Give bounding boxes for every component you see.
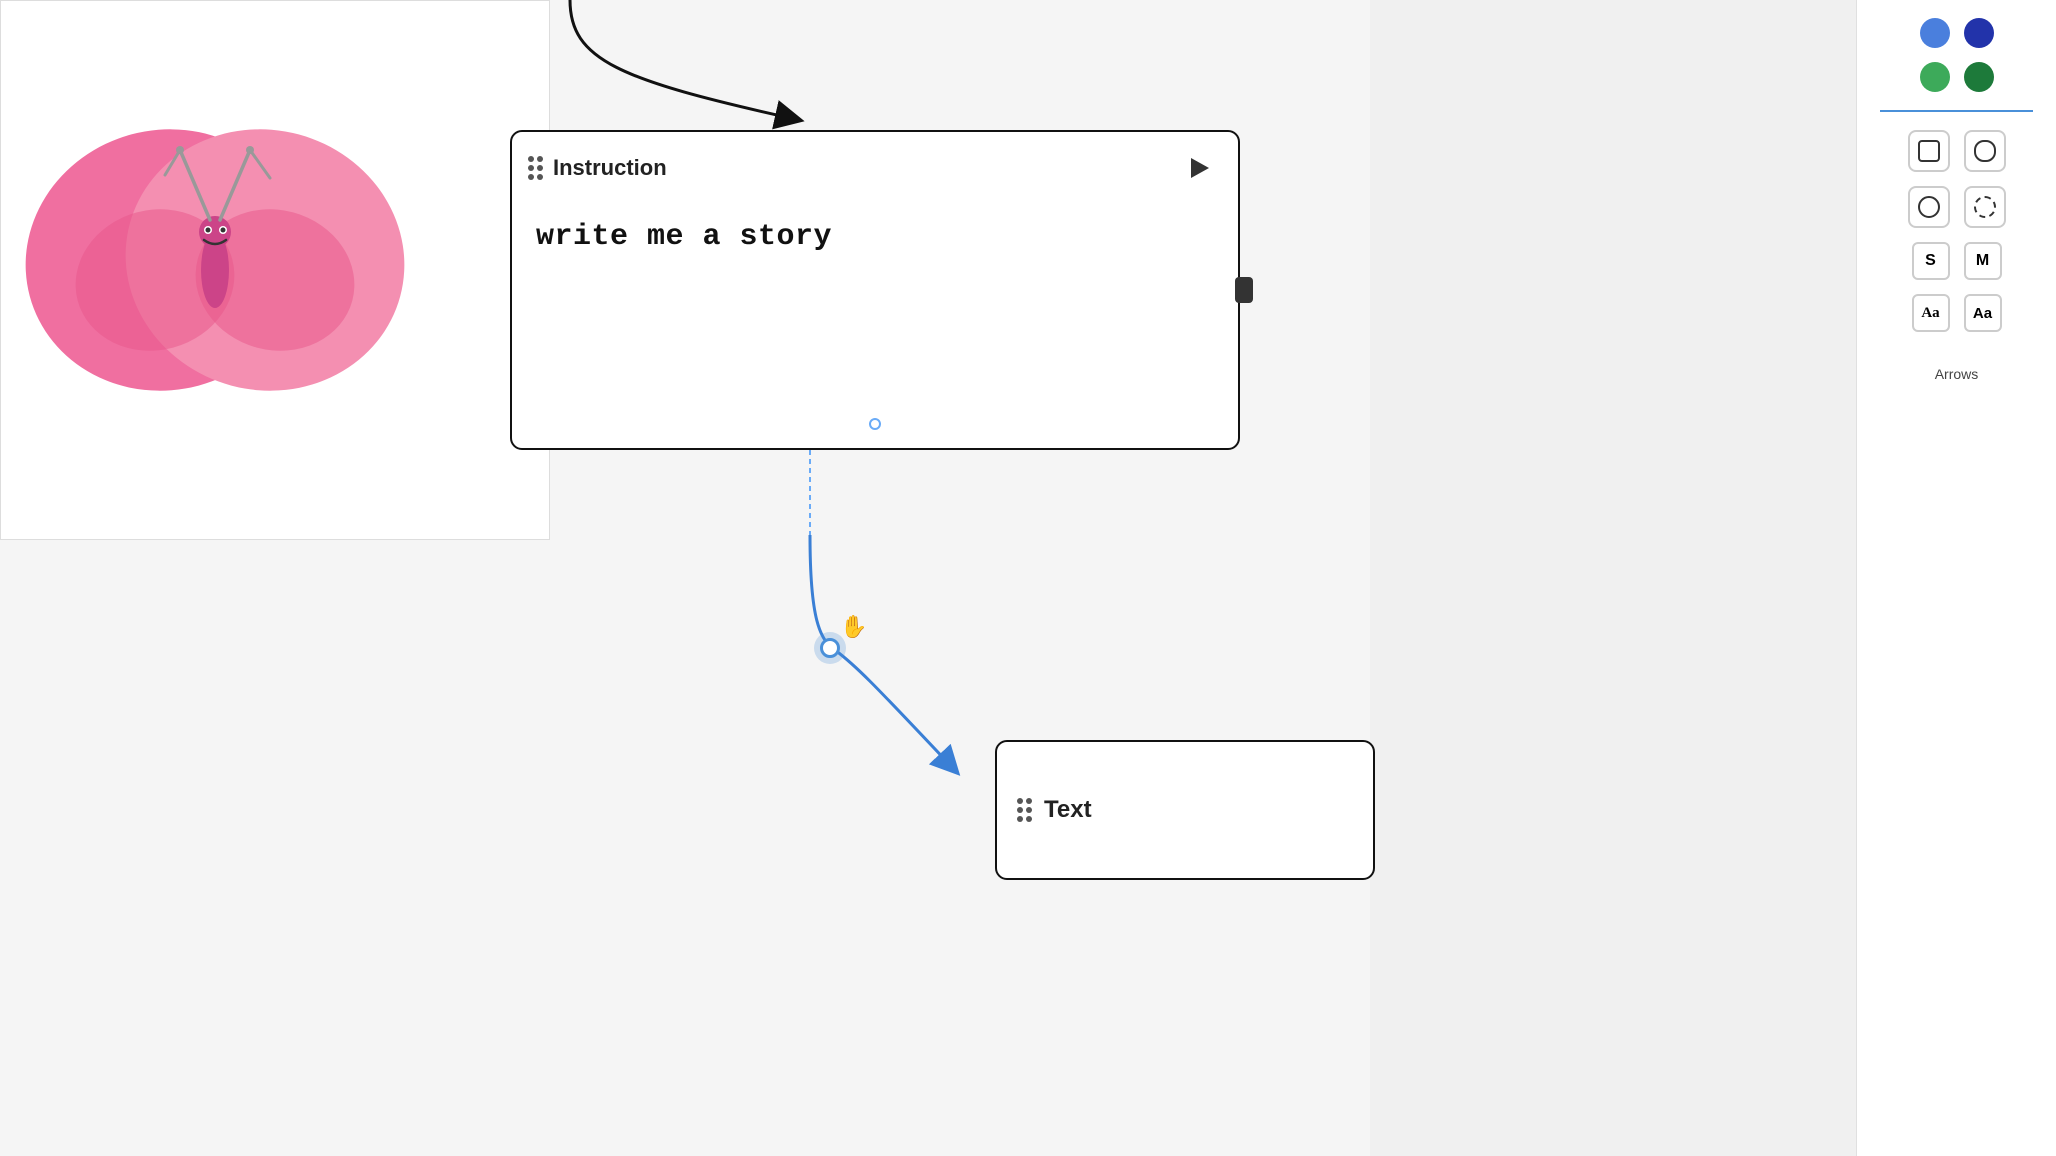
cursor-icon: ✋ xyxy=(840,614,867,640)
rounded-square-icon xyxy=(1974,140,1996,162)
panel-active-divider xyxy=(1880,110,2034,112)
text-card-drag-handle xyxy=(1017,798,1032,822)
size-medium-button[interactable]: M xyxy=(1964,242,2002,280)
butterfly-illustration xyxy=(20,60,410,450)
circle-icon xyxy=(1918,196,1940,218)
color-row-1 xyxy=(1871,18,2042,48)
play-button[interactable] xyxy=(1180,150,1216,186)
color-green[interactable] xyxy=(1920,62,1950,92)
shape-row-2 xyxy=(1871,186,2042,228)
color-blue[interactable] xyxy=(1920,18,1950,48)
shape-rounded-button[interactable] xyxy=(1964,130,2006,172)
drag-handle-icon xyxy=(528,156,543,180)
text-card: Text xyxy=(995,740,1375,880)
card-header: Instruction xyxy=(512,132,1238,200)
arrows-section: Arrows xyxy=(1871,366,2042,384)
text-card-title: Text xyxy=(1044,796,1092,824)
right-panel: S M Aa Aa Arrows xyxy=(1856,0,2056,1156)
connector-dot[interactable] xyxy=(869,418,881,430)
color-row-2 xyxy=(1871,62,2042,92)
card-header-left: Instruction xyxy=(528,155,667,181)
card-title: Instruction xyxy=(553,155,667,181)
size-small-button[interactable]: S xyxy=(1912,242,1950,280)
instruction-text: write me a story xyxy=(536,220,1214,254)
font-sans-button[interactable]: Aa xyxy=(1964,294,2002,332)
play-triangle-icon xyxy=(1191,158,1209,178)
card-right-handle[interactable] xyxy=(1235,277,1253,303)
shape-square-button[interactable] xyxy=(1908,130,1950,172)
shape-circle-button[interactable] xyxy=(1908,186,1950,228)
top-arrow-path xyxy=(570,0,790,118)
drag-connection-dot[interactable] xyxy=(820,638,840,658)
shape-dashed-circle-button[interactable] xyxy=(1964,186,2006,228)
instruction-card: Instruction write me a story xyxy=(510,130,1240,450)
canvas: Instruction write me a story ✋ Text xyxy=(0,0,1370,1156)
card-body: write me a story xyxy=(512,200,1238,448)
font-serif-button[interactable]: Aa xyxy=(1912,294,1950,332)
shape-row-1 xyxy=(1871,130,2042,172)
dashed-circle-icon xyxy=(1974,196,1996,218)
size-row: S M xyxy=(1871,242,2042,280)
font-row: Aa Aa xyxy=(1871,294,2042,332)
arrows-label: Arrows xyxy=(1935,366,1979,382)
color-dark-green[interactable] xyxy=(1964,62,1994,92)
square-icon xyxy=(1918,140,1940,162)
color-dark-blue[interactable] xyxy=(1964,18,1994,48)
